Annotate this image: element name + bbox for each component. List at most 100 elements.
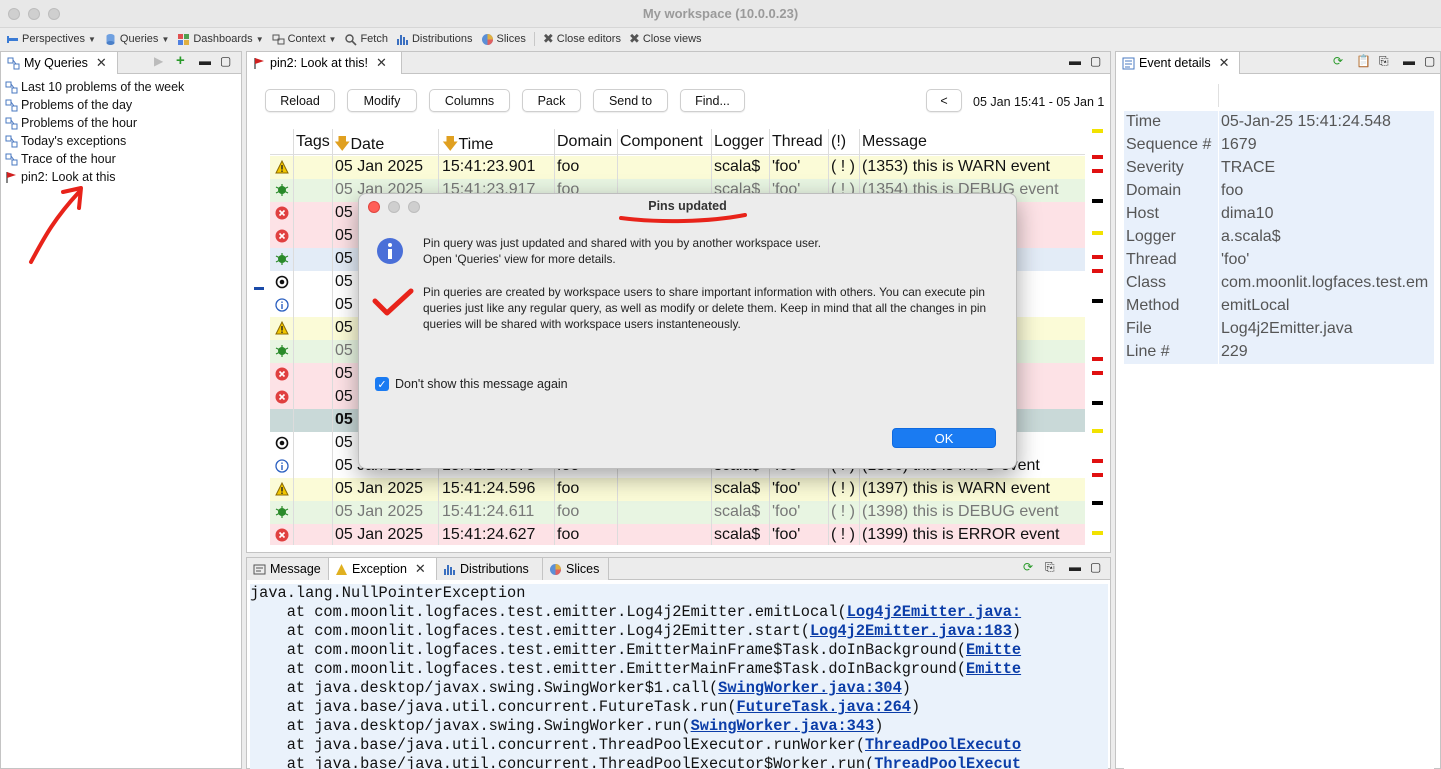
table-row[interactable]: 05 Jan 2025 15:41:24.627 foo scala$ 'foo' ( !… bbox=[270, 524, 1085, 545]
add-icon[interactable]: + bbox=[176, 52, 185, 69]
details-value: 'foo' bbox=[1221, 251, 1250, 268]
ok-button[interactable]: OK bbox=[892, 428, 996, 448]
table-row[interactable]: 05 Jan 2025 15:41:23.901 foo scala$ 'foo' ( !… bbox=[270, 156, 1085, 179]
column-header-time[interactable]: 🡇Time bbox=[442, 133, 493, 160]
source-link[interactable]: Log4j2Emitter.java: bbox=[847, 603, 1021, 621]
column-header-tags[interactable]: Tags bbox=[296, 133, 330, 151]
details-row[interactable]: Logger a.scala$ bbox=[1124, 226, 1434, 249]
query-item[interactable]: Today's exceptions bbox=[5, 132, 184, 150]
table-row[interactable]: 05 Jan 2025 15:41:24.611 foo scala$ 'foo' ( !… bbox=[270, 501, 1085, 524]
query-icon bbox=[5, 81, 18, 93]
close-views-button[interactable]: ✖ Close views bbox=[629, 31, 702, 47]
source-link[interactable]: ThreadPoolExecuto bbox=[865, 736, 1021, 754]
column-header-logger[interactable]: Logger bbox=[714, 133, 764, 151]
tab-slices[interactable]: Slices bbox=[543, 558, 609, 580]
details-key: Method bbox=[1126, 297, 1180, 314]
minimize-icon[interactable]: ▬ bbox=[199, 54, 211, 68]
refresh-icon[interactable]: ⟳ bbox=[1333, 54, 1343, 68]
tab-distributions[interactable]: Distributions bbox=[437, 558, 543, 580]
back-button[interactable]: < bbox=[926, 89, 962, 112]
source-link[interactable]: Emitte bbox=[966, 660, 1021, 678]
debug-bug-icon bbox=[275, 183, 289, 202]
send-to-button[interactable]: Send to bbox=[593, 89, 668, 112]
close-editors-button[interactable]: ✖ Close editors bbox=[543, 31, 621, 47]
close-tab-icon[interactable]: ✕ bbox=[376, 55, 387, 71]
stacktrace-text: at com.moonlit.logfaces.test.emitter.Log… bbox=[250, 622, 810, 640]
pin-flag-icon bbox=[6, 171, 16, 183]
maximize-icon[interactable]: ▢ bbox=[220, 54, 231, 68]
message-cell: (1397) this is WARN event bbox=[862, 480, 1050, 497]
paste-icon[interactable]: 📋 bbox=[1356, 54, 1371, 68]
dont-show-again-checkbox[interactable]: ✓ bbox=[375, 377, 389, 391]
close-tab-icon[interactable]: ✕ bbox=[1219, 55, 1230, 71]
tab-event-details[interactable]: Event details ✕ bbox=[1116, 52, 1240, 74]
error-icon bbox=[275, 206, 289, 225]
run-icon[interactable]: ▶ bbox=[154, 54, 163, 68]
details-row[interactable]: File Log4j2Emitter.java bbox=[1124, 318, 1434, 341]
pack-button[interactable]: Pack bbox=[522, 89, 581, 112]
trace-icon bbox=[275, 275, 289, 294]
details-row[interactable]: Host dima10 bbox=[1124, 203, 1434, 226]
column-header-thread[interactable]: Thread bbox=[772, 133, 823, 151]
minimize-icon[interactable]: ▬ bbox=[1403, 54, 1415, 68]
copy-icon[interactable]: ⎘ bbox=[1045, 560, 1055, 575]
copy-icon[interactable]: ⎘ bbox=[1379, 54, 1389, 69]
details-row[interactable]: Time 05-Jan-25 15:41:24.548 bbox=[1124, 111, 1434, 134]
time-cell: 15:41:24.611 bbox=[442, 503, 535, 520]
close-tab-icon[interactable]: ✕ bbox=[96, 55, 107, 71]
details-row[interactable]: Domain foo bbox=[1124, 180, 1434, 203]
thread-cell: 'foo' bbox=[772, 158, 801, 175]
queries-menu[interactable]: Queries ▼ bbox=[104, 33, 169, 46]
details-row[interactable]: Thread 'foo' bbox=[1124, 249, 1434, 272]
query-item[interactable]: Last 10 problems of the week bbox=[5, 78, 184, 96]
find-button[interactable]: Find... bbox=[680, 89, 745, 112]
minimize-icon[interactable]: ▬ bbox=[1069, 54, 1081, 68]
source-link[interactable]: Log4j2Emitter.java:183 bbox=[810, 622, 1012, 640]
details-row[interactable]: Severity TRACE bbox=[1124, 157, 1434, 180]
source-link[interactable]: ThreadPoolExecut bbox=[874, 755, 1021, 769]
table-row[interactable]: 05 Jan 2025 15:41:24.596 foo scala$ 'foo' ( !… bbox=[270, 478, 1085, 501]
column-header-component[interactable]: Component bbox=[620, 133, 703, 151]
tab-exception[interactable]: Exception ✕ bbox=[329, 558, 437, 580]
minimize-icon[interactable]: ▬ bbox=[1069, 560, 1081, 574]
source-link[interactable]: FutureTask.java:264 bbox=[737, 698, 911, 716]
tab-pin2[interactable]: pin2: Look at this! ✕ bbox=[247, 52, 402, 74]
source-link[interactable]: SwingWorker.java:343 bbox=[691, 717, 875, 735]
column-header-domain[interactable]: Domain bbox=[557, 133, 612, 151]
reload-button[interactable]: Reload bbox=[265, 89, 335, 112]
bar-chart-icon bbox=[396, 34, 408, 45]
query-item[interactable]: Trace of the hour bbox=[5, 150, 184, 168]
window-title: My workspace (10.0.0.23) bbox=[642, 6, 799, 21]
details-row[interactable]: Sequence # 1679 bbox=[1124, 134, 1434, 157]
fetch-button[interactable]: Fetch bbox=[344, 33, 388, 46]
columns-button[interactable]: Columns bbox=[429, 89, 510, 112]
distributions-button[interactable]: Distributions bbox=[396, 33, 473, 46]
column-header-date[interactable]: 🡇Date bbox=[334, 133, 384, 160]
context-menu[interactable]: Context ▼ bbox=[272, 33, 336, 46]
query-item[interactable]: Problems of the hour bbox=[5, 114, 184, 132]
close-editors-label: Close editors bbox=[556, 33, 621, 45]
column-header-exception[interactable]: (!) bbox=[831, 133, 846, 151]
query-item[interactable]: Problems of the day bbox=[5, 96, 184, 114]
modify-button[interactable]: Modify bbox=[347, 89, 417, 112]
maximize-icon[interactable]: ▢ bbox=[1090, 54, 1101, 68]
details-row[interactable]: Line # 229 bbox=[1124, 341, 1434, 364]
source-link[interactable]: SwingWorker.java:304 bbox=[718, 679, 902, 697]
dont-show-again-option[interactable]: ✓ Don't show this message again bbox=[375, 377, 568, 391]
perspectives-menu[interactable]: Perspectives ▼ bbox=[6, 33, 96, 46]
dashboards-menu[interactable]: Dashboards ▼ bbox=[177, 33, 264, 46]
close-tab-icon[interactable]: ✕ bbox=[415, 561, 426, 577]
maximize-icon[interactable]: ▢ bbox=[1424, 54, 1435, 68]
maximize-icon[interactable]: ▢ bbox=[1090, 560, 1101, 574]
details-row[interactable]: Method emitLocal bbox=[1124, 295, 1434, 318]
refresh-icon[interactable]: ⟳ bbox=[1023, 560, 1033, 574]
slices-button[interactable]: Slices bbox=[481, 33, 526, 46]
details-row[interactable]: Class com.moonlit.logfaces.test.em bbox=[1124, 272, 1434, 295]
source-link[interactable]: Emitte bbox=[966, 641, 1021, 659]
stacktrace-text: at java.desktop/javax.swing.SwingWorker$… bbox=[250, 679, 719, 697]
tab-my-queries[interactable]: My Queries ✕ bbox=[1, 52, 118, 74]
column-header-message[interactable]: Message bbox=[862, 133, 927, 151]
tab-message[interactable]: Message bbox=[247, 558, 329, 580]
warning-icon bbox=[275, 321, 289, 340]
tab-label: Slices bbox=[566, 562, 600, 576]
